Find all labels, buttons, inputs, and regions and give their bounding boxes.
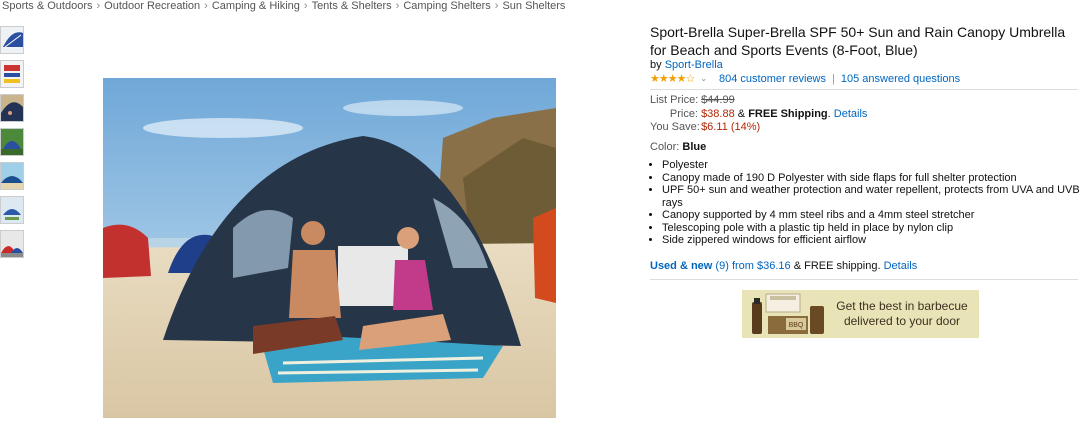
thumbnail-image[interactable] — [0, 128, 24, 156]
bbq-products-icon: BBQ — [752, 293, 824, 334]
feature-bullet: UPF 50+ sun and weather protection and w… — [662, 184, 1080, 209]
rating-separator: | — [832, 72, 835, 85]
feature-bullet: Polyester — [662, 159, 1080, 172]
byline: by Sport-Brella — [650, 59, 723, 71]
used-new-shipping: & FREE shipping. — [793, 260, 881, 272]
used-new-count[interactable]: (9) — [715, 260, 728, 272]
price-value: $38.88 — [701, 107, 735, 120]
by-label: by — [650, 59, 662, 71]
divider — [650, 279, 1078, 280]
breadcrumb-separator: › — [395, 0, 400, 12]
breadcrumb-separator: › — [494, 0, 499, 12]
list-price-label: List Price: — [650, 94, 699, 106]
you-save-label: You Save: — [650, 121, 700, 133]
bbq-jar-label: BBQ — [789, 322, 804, 329]
list-price-row: List Price: $44.99 — [650, 94, 867, 108]
used-new-details-link[interactable]: Details — [884, 260, 918, 272]
thumbnail-image[interactable] — [0, 162, 24, 190]
thumbnail-image[interactable] — [0, 196, 24, 224]
feature-bullet: Side zippered windows for efficient airf… — [662, 234, 1080, 247]
breadcrumb: Sports & Outdoors › Outdoor Recreation › Cam… — [2, 0, 565, 12]
list-price-value: $44.99 — [701, 94, 735, 106]
breadcrumb-item[interactable]: Outdoor Recreation — [104, 0, 200, 12]
used-new-offers: Used & new (9) from $36.16 & FREE shippi… — [650, 260, 917, 272]
price-label: Price: — [669, 107, 698, 120]
feature-bullet: Telescoping pole with a plastic tip held… — [662, 222, 1080, 235]
used-new-from-price[interactable]: from $36.16 — [732, 260, 791, 272]
thumbnail-image[interactable] — [0, 94, 24, 122]
product-title: Sport-Brella Super-Brella SPF 50+ Sun an… — [650, 24, 1066, 58]
breadcrumb-item[interactable]: Sports & Outdoors — [2, 0, 93, 12]
thumbnail-strip — [0, 26, 26, 264]
breadcrumb-separator: › — [204, 0, 208, 12]
shipping-prefix: & — [737, 107, 746, 120]
you-save-value: $6.11 (14%) — [701, 121, 761, 133]
you-save-row: You Save: $6.11 (14%) — [650, 121, 867, 135]
feature-bullet: Canopy made of 190 D Polyester with side… — [662, 172, 1080, 185]
color-value: Blue — [682, 141, 707, 153]
feature-bullets: Polyester Canopy made of 190 D Polyester… — [650, 159, 1080, 247]
breadcrumb-separator: › — [96, 0, 101, 12]
ad-text: Get the best in barbecue delivered to yo… — [836, 299, 968, 328]
color-selection: Color: Blue — [650, 141, 706, 153]
thumbnail-image[interactable] — [0, 60, 24, 88]
breadcrumb-separator: › — [303, 0, 308, 12]
answered-questions-link[interactable]: 105 answered questions — [841, 73, 960, 85]
chevron-down-icon[interactable]: ⌄ — [700, 74, 707, 83]
used-new-link[interactable]: Used & new — [650, 260, 712, 272]
rating-row: ★★★★☆ ⌄ 804 customer reviews | 105 answe… — [650, 72, 960, 86]
brand-link[interactable]: Sport-Brella — [665, 59, 723, 71]
star-rating-icon[interactable]: ★★★★☆ — [650, 72, 695, 85]
color-label: Color: — [650, 141, 680, 153]
divider — [650, 89, 1078, 90]
bbq-ad-banner[interactable]: BBQ Get the best in barbecue delivered t… — [742, 290, 979, 338]
breadcrumb-item[interactable]: Sun Shelters — [502, 0, 565, 12]
shipping-dot: . — [827, 107, 831, 120]
price-block: List Price: $44.99 Price: $38.88 & FREE … — [650, 94, 867, 135]
product-main-image[interactable] — [103, 78, 556, 418]
price-row: Price: $38.88 & FREE Shipping. Details — [650, 107, 868, 122]
feature-bullet: Canopy supported by 4 mm steel ribs and … — [662, 209, 1080, 222]
breadcrumb-item[interactable]: Camping Shelters — [403, 0, 490, 12]
customer-reviews-link[interactable]: 804 customer reviews — [719, 73, 826, 85]
thumbnail-image[interactable] — [0, 230, 24, 258]
thumbnail-image[interactable] — [0, 26, 24, 54]
free-shipping-label: FREE Shipping — [748, 107, 828, 120]
breadcrumb-item[interactable]: Camping & Hiking — [212, 0, 300, 12]
shipping-details-link[interactable]: Details — [834, 108, 868, 120]
breadcrumb-item[interactable]: Tents & Shelters — [312, 0, 392, 12]
